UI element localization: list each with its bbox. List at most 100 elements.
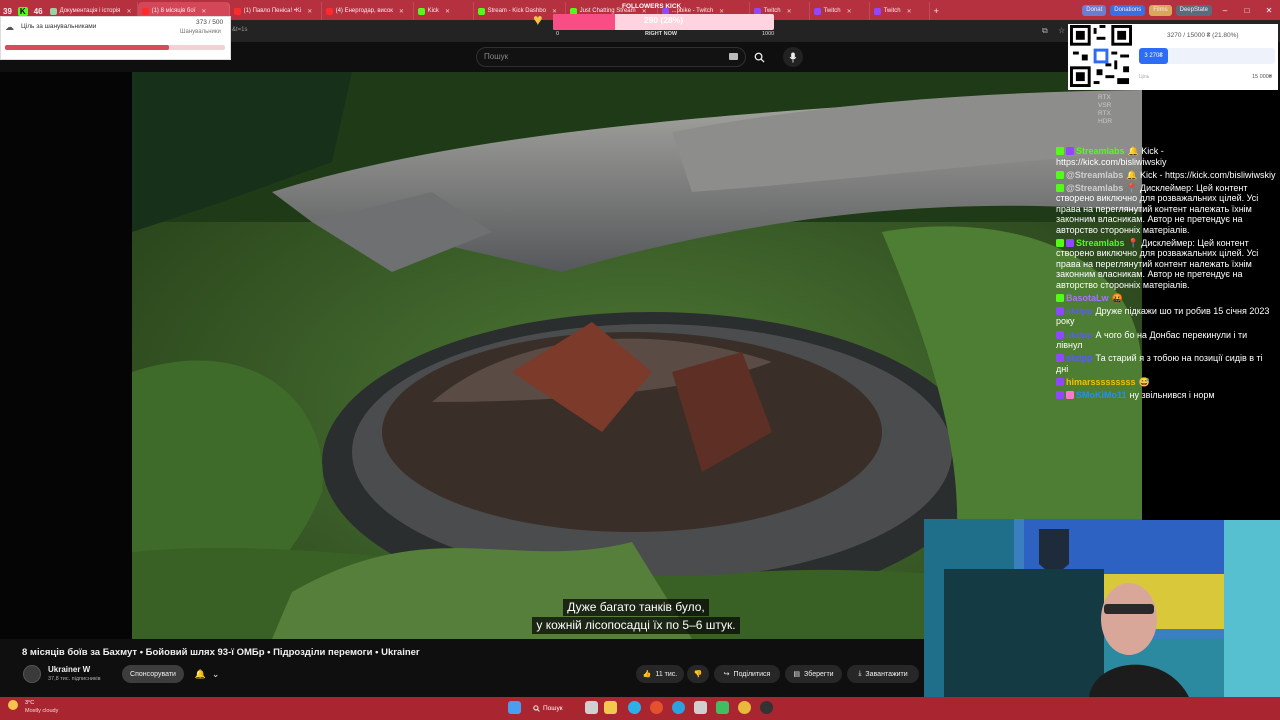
share-button[interactable]: ↪ Поділитися <box>714 665 780 683</box>
chat-badge-icon <box>1056 147 1064 155</box>
chat-badge-icon <box>1066 238 1074 247</box>
obs-icon[interactable] <box>760 701 773 714</box>
tab-close-icon[interactable]: ✕ <box>787 8 792 15</box>
qr-code <box>1070 25 1132 87</box>
followers-right-now: RIGHT NOW <box>645 31 678 37</box>
taskbar-search[interactable]: Пошук <box>533 701 573 715</box>
tab-counter: 46 <box>33 6 43 16</box>
browser-tab[interactable]: (4) Енергодар, висок ✕ <box>322 2 414 20</box>
bookmark-chip[interactable]: Films <box>1149 4 1172 16</box>
tab-close-icon[interactable]: ✕ <box>126 8 131 15</box>
chat-username[interactable]: Streamlabs <box>1076 146 1125 156</box>
save-label: Зберегти <box>804 670 834 678</box>
followers-min: 0 <box>556 31 560 37</box>
chat-username[interactable]: skdpp <box>1066 306 1093 316</box>
search-input[interactable] <box>476 47 746 67</box>
chat-username[interactable]: @Streamlabs <box>1066 170 1123 180</box>
url-text[interactable]: &t=1s <box>232 27 248 33</box>
tab-close-icon[interactable]: ✕ <box>907 8 912 15</box>
search-placeholder[interactable]: Пошук <box>484 52 508 61</box>
browser-tab[interactable]: (1) Павло Пеніса! •Ki ✕ <box>230 2 322 20</box>
browser-tab[interactable]: Kick ✕ <box>414 2 474 20</box>
chat-badge-icon <box>1056 330 1064 339</box>
keyboard-icon[interactable] <box>729 53 738 60</box>
notification-bell-button[interactable]: 🔔 ⌄ <box>190 665 224 683</box>
bookmark-star-icon[interactable]: ☆ <box>1058 26 1065 35</box>
tab-title: Twitch <box>823 8 841 14</box>
dislike-button[interactable]: 👎 <box>687 665 709 683</box>
file-explorer-icon[interactable] <box>604 701 617 714</box>
chat-text: 😅 <box>1138 376 1150 387</box>
store-app-icon[interactable] <box>716 701 729 714</box>
tab-close-icon[interactable]: ✕ <box>307 8 312 15</box>
chat-message: skdpp А чого бо на Донбас перекинули і ти… <box>1056 330 1276 351</box>
browser-tab[interactable]: Twitch ✕ <box>870 2 930 20</box>
close-window-icon[interactable]: ✕ <box>1258 6 1280 15</box>
save-playlist-icon: ▤ <box>793 671 801 678</box>
chat-username[interactable]: skdpp <box>1066 353 1093 363</box>
tab-close-icon[interactable]: ✕ <box>445 8 450 15</box>
firefox-icon[interactable] <box>650 701 663 714</box>
sponsor-button[interactable]: Спонсорувати <box>122 665 184 683</box>
chat-badge-icon <box>1056 238 1064 247</box>
minimize-icon[interactable]: – <box>1214 6 1236 15</box>
voice-search-button[interactable] <box>783 47 803 67</box>
bookmark-chip[interactable]: DeepState <box>1175 4 1212 16</box>
chat-message: Streamlabs 📍 Дисклеймер: Цей контент ство… <box>1056 238 1276 291</box>
tab-favicon-icon <box>325 7 333 15</box>
tab-favicon-icon <box>233 7 241 15</box>
chat-username[interactable]: Streamlabs <box>1076 238 1125 248</box>
task-view-icon[interactable] <box>585 701 598 714</box>
share-icon: ↪ <box>723 671 730 678</box>
video-subtitles: Дуже багато танків було, у кожній лісопо… <box>436 598 836 634</box>
chrome-icon[interactable] <box>738 701 751 714</box>
weather-temperature[interactable]: 3°C <box>25 700 34 706</box>
maximize-icon[interactable]: □ <box>1236 6 1258 15</box>
qr-code-image <box>1070 25 1132 87</box>
browser-tab[interactable]: Twitch ✕ <box>810 2 870 20</box>
media-app-icon[interactable] <box>694 701 707 714</box>
download-button[interactable]: ⤓ Завантажити <box>847 665 919 683</box>
tank-hull-markings: RTX VSR RTX HDR <box>1098 94 1113 125</box>
chat-badge-icon <box>1056 293 1064 302</box>
weather-icon[interactable] <box>8 700 18 710</box>
telegram-icon[interactable] <box>672 701 685 714</box>
chat-message: @Streamlabs 🔔 Kick - https://kick.com/bis… <box>1056 170 1276 181</box>
webcam-overlay <box>924 519 1280 697</box>
tab-close-icon[interactable]: ✕ <box>201 8 206 15</box>
tab-favicon-icon <box>49 7 57 15</box>
goal-count: 373 / 500 <box>196 19 224 26</box>
bookmark-chip[interactable]: Donat <box>1082 4 1107 16</box>
bookmark-chip[interactable]: Donations <box>1110 4 1146 16</box>
taskbar-search-label: Пошук <box>543 704 563 712</box>
start-button-icon[interactable] <box>508 701 521 714</box>
browser-tab[interactable]: Stream - Kick Dashbo ✕ <box>474 2 566 20</box>
chat-message: @Streamlabs 📍 Дисклеймер: Цей контент ств… <box>1056 183 1276 236</box>
tab-favicon-icon <box>417 7 425 15</box>
subscriber-count: 37,8 тис. підписників <box>48 676 101 682</box>
chat-username[interactable]: BasotaLw <box>1066 293 1109 303</box>
chat-text: ну звільнився і норм <box>1129 389 1215 400</box>
goal-title: Ціль за шанувальниками <box>21 23 97 30</box>
like-button[interactable]: 👍 11 тис. <box>636 665 684 683</box>
chat-username[interactable]: skdpp <box>1066 330 1093 340</box>
save-button[interactable]: ▤ Зберегти <box>785 665 842 683</box>
edge-browser-icon[interactable] <box>628 701 641 714</box>
chat-message: SMoKiMo11 ну звільнився і норм <box>1056 390 1276 401</box>
new-tab-icon[interactable]: + <box>930 2 943 20</box>
channel-name[interactable]: Ukrainer W <box>48 665 90 674</box>
chat-username[interactable]: @Streamlabs <box>1066 183 1123 193</box>
channel-avatar[interactable] <box>23 665 41 683</box>
search-button[interactable] <box>748 48 770 66</box>
weather-description[interactable]: Mostly cloudy <box>25 708 58 714</box>
tab-favicon-icon <box>141 7 149 15</box>
install-icon[interactable]: ⧉ <box>1042 26 1048 36</box>
tab-close-icon[interactable]: ✕ <box>847 8 852 15</box>
chat-username[interactable]: himarsssssssss <box>1066 377 1136 387</box>
tab-close-icon[interactable]: ✕ <box>399 8 404 15</box>
chat-username[interactable]: SMoKiMo11 <box>1076 390 1127 400</box>
chat-badge-icon <box>1056 354 1064 363</box>
chat-text: 🔔 Kick - https://kick.com/bisliwiwskiy <box>1126 169 1276 180</box>
tab-title: Документація і історія <box>59 8 121 14</box>
donation-goal-label: Ціль <box>1139 74 1150 80</box>
